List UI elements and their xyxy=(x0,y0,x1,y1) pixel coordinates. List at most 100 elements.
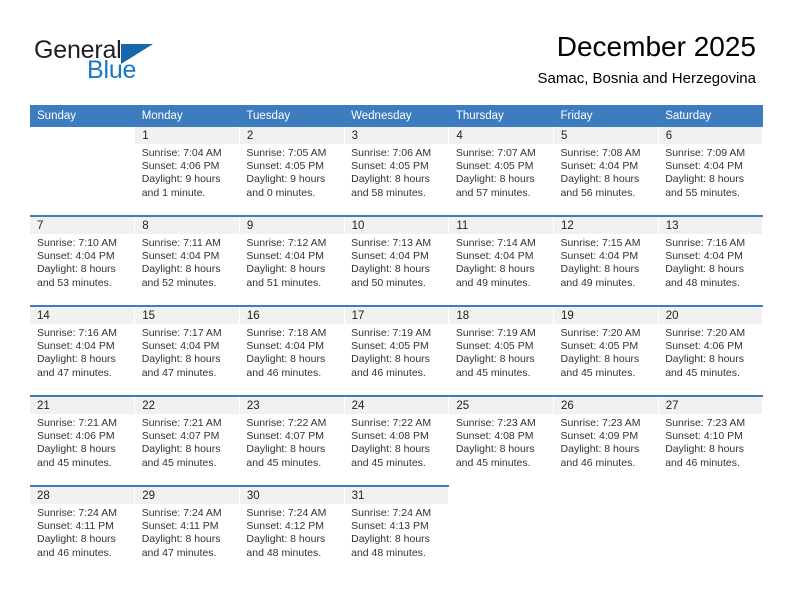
day-detail-cell: Sunrise: 7:07 AM Sunset: 4:05 PM Dayligh… xyxy=(448,144,554,216)
daylight-text-line1: Daylight: 8 hours xyxy=(141,263,221,276)
daylight-text-line2: and 45 minutes. xyxy=(351,456,426,469)
sunset-text: Sunset: 4:13 PM xyxy=(351,520,429,533)
daylight-text-line1: Daylight: 8 hours xyxy=(560,353,640,366)
sunrise-text: Sunrise: 7:06 AM xyxy=(351,147,432,159)
week-row-details: Sunrise: 7:16 AM Sunset: 4:04 PM Dayligh… xyxy=(30,324,763,396)
day-number-cell[interactable]: 5 xyxy=(553,127,659,144)
day-number-cell[interactable]: 29 xyxy=(134,485,240,504)
sunrise-text: Sunrise: 7:21 AM xyxy=(37,417,117,429)
daylight-text-line2: and 46 minutes. xyxy=(560,456,636,469)
day-detail-cell: Sunrise: 7:19 AM Sunset: 4:05 PM Dayligh… xyxy=(344,324,449,396)
daylight-text-line2: and 58 minutes. xyxy=(351,186,426,199)
daylight-text-line1: Daylight: 8 hours xyxy=(560,443,640,456)
sunset-text: Sunset: 4:04 PM xyxy=(351,250,429,263)
day-number-cell[interactable]: 3 xyxy=(344,127,450,144)
daylight-text-line2: and 47 minutes. xyxy=(141,546,217,559)
day-number-cell[interactable]: 11 xyxy=(448,215,555,234)
day-number-cell[interactable]: 12 xyxy=(553,215,659,234)
page-title: December 2025 xyxy=(556,31,756,62)
general-blue-logo[interactable]: General Blue xyxy=(34,36,264,92)
day-number-cell[interactable]: 26 xyxy=(553,395,659,414)
daylight-text-line2: and 48 minutes. xyxy=(665,276,740,289)
day-number-cell[interactable]: 4 xyxy=(448,127,555,144)
daylight-text-line1: Daylight: 8 hours xyxy=(351,173,430,186)
day-number-cell[interactable]: 9 xyxy=(239,215,345,234)
weekday-header-tuesday: Tuesday xyxy=(239,105,345,127)
day-number-cell[interactable]: 31 xyxy=(344,485,450,504)
day-detail-cell: Sunrise: 7:23 AM Sunset: 4:08 PM Dayligh… xyxy=(448,414,554,486)
day-number-cell[interactable]: 13 xyxy=(658,215,764,234)
day-number-cell[interactable]: 25 xyxy=(448,395,555,414)
day-number-cell[interactable]: 27 xyxy=(658,395,764,414)
day-number-cell[interactable]: 19 xyxy=(553,305,659,324)
daylight-text-line2: and 45 minutes. xyxy=(455,366,531,379)
day-number-cell[interactable]: 7 xyxy=(30,215,136,234)
day-detail-cell: Sunrise: 7:20 AM Sunset: 4:06 PM Dayligh… xyxy=(658,324,763,396)
sunrise-text: Sunrise: 7:20 AM xyxy=(560,327,641,339)
day-number-cell[interactable]: 8 xyxy=(134,215,240,234)
daylight-text-line2: and 0 minutes. xyxy=(246,186,316,199)
day-number-cell[interactable]: 1 xyxy=(134,127,240,144)
day-number-cell xyxy=(658,485,764,504)
sunrise-text: Sunrise: 7:24 AM xyxy=(141,507,222,519)
day-detail-cell: Sunrise: 7:21 AM Sunset: 4:07 PM Dayligh… xyxy=(134,414,240,486)
day-number-cell[interactable]: 18 xyxy=(448,305,555,324)
sunrise-text: Sunrise: 7:22 AM xyxy=(351,417,432,429)
day-detail-cell: Sunrise: 7:24 AM Sunset: 4:11 PM Dayligh… xyxy=(134,504,240,576)
weekday-header-saturday: Saturday xyxy=(658,105,763,127)
day-number-cell[interactable]: 2 xyxy=(239,127,345,144)
page-subtitle: Samac, Bosnia and Herzegovina xyxy=(537,70,756,87)
sunrise-text: Sunrise: 7:08 AM xyxy=(560,147,641,159)
daylight-text-line1: Daylight: 9 hours xyxy=(246,173,326,186)
daylight-text-line1: Daylight: 8 hours xyxy=(37,533,116,546)
daylight-text-line1: Daylight: 8 hours xyxy=(351,533,430,546)
daylight-text-line2: and 46 minutes. xyxy=(351,366,426,379)
daylight-text-line2: and 46 minutes. xyxy=(37,546,112,559)
sunrise-text: Sunrise: 7:17 AM xyxy=(141,327,222,339)
week-row-details: Sunrise: 7:24 AM Sunset: 4:11 PM Dayligh… xyxy=(30,504,763,576)
day-detail-cell: Sunrise: 7:23 AM Sunset: 4:10 PM Dayligh… xyxy=(658,414,763,486)
day-number-cell[interactable]: 24 xyxy=(344,395,450,414)
weekday-header-thursday: Thursday xyxy=(448,105,554,127)
day-detail-cell: Sunrise: 7:13 AM Sunset: 4:04 PM Dayligh… xyxy=(344,234,449,306)
day-number-cell[interactable]: 16 xyxy=(239,305,345,324)
daylight-text-line1: Daylight: 8 hours xyxy=(665,263,745,276)
day-number-cell[interactable]: 6 xyxy=(658,127,764,144)
day-detail-cell: Sunrise: 7:09 AM Sunset: 4:04 PM Dayligh… xyxy=(658,144,763,216)
day-number-cell[interactable]: 20 xyxy=(658,305,764,324)
day-number-cell xyxy=(553,485,659,504)
day-number-cell[interactable]: 14 xyxy=(30,305,136,324)
day-detail-cell xyxy=(553,504,659,576)
sunset-text: Sunset: 4:08 PM xyxy=(455,430,534,443)
day-detail-cell: Sunrise: 7:19 AM Sunset: 4:05 PM Dayligh… xyxy=(448,324,554,396)
week-row-daynumbers: 21 22 23 24 25 26 27 xyxy=(30,395,764,414)
day-detail-cell: Sunrise: 7:22 AM Sunset: 4:08 PM Dayligh… xyxy=(344,414,449,486)
day-detail-cell: Sunrise: 7:22 AM Sunset: 4:07 PM Dayligh… xyxy=(239,414,345,486)
sunrise-text: Sunrise: 7:24 AM xyxy=(351,507,432,519)
day-detail-cell xyxy=(658,504,763,576)
day-number-cell[interactable]: 30 xyxy=(239,485,345,504)
daylight-text-line1: Daylight: 8 hours xyxy=(455,443,535,456)
sunset-text: Sunset: 4:08 PM xyxy=(351,430,429,443)
sunrise-text: Sunrise: 7:16 AM xyxy=(665,237,746,249)
day-detail-cell: Sunrise: 7:24 AM Sunset: 4:11 PM Dayligh… xyxy=(30,504,135,576)
day-number-cell[interactable]: 22 xyxy=(134,395,240,414)
weekday-header-row: Sunday Monday Tuesday Wednesday Thursday… xyxy=(30,105,763,127)
sunrise-sunset-calendar: Sunday Monday Tuesday Wednesday Thursday… xyxy=(30,105,764,576)
sunset-text: Sunset: 4:05 PM xyxy=(455,340,534,353)
calendar-body: 1 2 3 4 5 6 Sunrise: 7:04 AM Sunset: 4:0… xyxy=(30,127,764,576)
sunset-text: Sunset: 4:06 PM xyxy=(665,340,743,353)
day-number-cell[interactable]: 21 xyxy=(30,395,136,414)
daylight-text-line1: Daylight: 8 hours xyxy=(665,443,745,456)
sunrise-text: Sunrise: 7:23 AM xyxy=(560,417,641,429)
sunset-text: Sunset: 4:04 PM xyxy=(37,340,115,353)
sunset-text: Sunset: 4:11 PM xyxy=(37,520,114,533)
day-number-cell[interactable]: 28 xyxy=(30,485,136,504)
daylight-text-line1: Daylight: 9 hours xyxy=(141,173,221,186)
day-number-cell[interactable]: 23 xyxy=(239,395,345,414)
daylight-text-line2: and 46 minutes. xyxy=(665,456,740,469)
day-number-cell[interactable]: 10 xyxy=(344,215,450,234)
day-number-cell[interactable]: 15 xyxy=(134,305,240,324)
sunset-text: Sunset: 4:04 PM xyxy=(560,250,639,263)
day-number-cell[interactable]: 17 xyxy=(344,305,450,324)
